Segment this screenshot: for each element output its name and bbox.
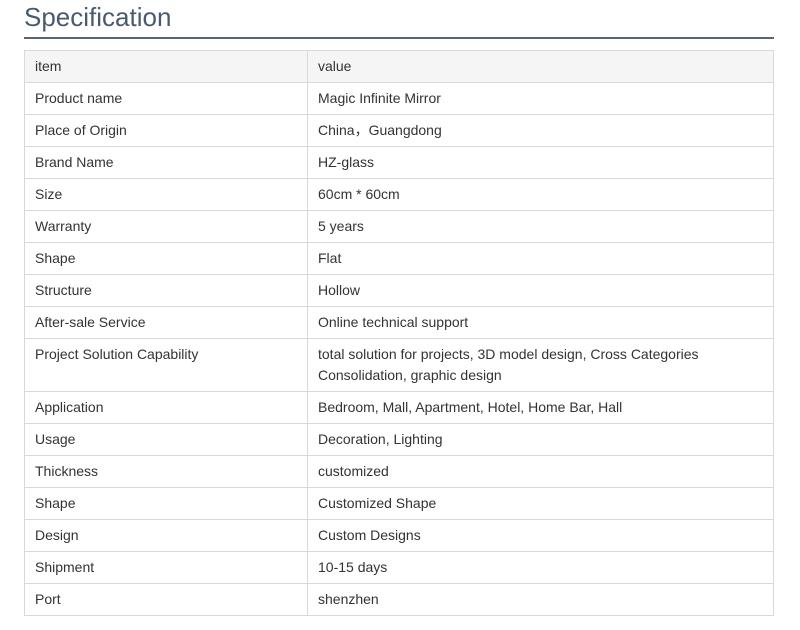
row-item-cell: Product name xyxy=(24,82,308,115)
table-header-row: item value xyxy=(24,50,774,83)
row-item-cell: Application xyxy=(24,391,308,424)
row-item-cell: Thickness xyxy=(24,455,308,488)
row-value-cell: 60cm * 60cm xyxy=(307,178,774,211)
table-row: Shape Customized Shape xyxy=(24,487,774,520)
row-value-cell: Online technical support xyxy=(307,306,774,339)
row-value-cell: customized xyxy=(307,455,774,488)
table-row: Shipment 10-15 days xyxy=(24,551,774,584)
table-row: Port shenzhen xyxy=(24,583,774,616)
row-item-cell: Size xyxy=(24,178,308,211)
title-divider xyxy=(24,37,774,39)
table-row: Thickness customized xyxy=(24,455,774,488)
row-value-cell: Customized Shape xyxy=(307,487,774,520)
row-value-cell: Bedroom, Mall, Apartment, Hotel, Home Ba… xyxy=(307,391,774,424)
row-value-cell: Flat xyxy=(307,242,774,275)
row-item-cell: Project Solution Capability xyxy=(24,338,308,392)
row-value-cell: Hollow xyxy=(307,274,774,307)
table-row: Structure Hollow xyxy=(24,274,774,307)
row-item-cell: Port xyxy=(24,583,308,616)
row-item-cell: Shape xyxy=(24,487,308,520)
table-row: Size 60cm * 60cm xyxy=(24,178,774,211)
table-row: Design Custom Designs xyxy=(24,519,774,552)
section-title: Specification xyxy=(24,2,172,32)
row-value-cell: 5 years xyxy=(307,210,774,243)
table-row: Product name Magic Infinite Mirror xyxy=(24,82,774,115)
row-item-cell: Shape xyxy=(24,242,308,275)
row-value-cell: 10-15 days xyxy=(307,551,774,584)
table-row: Application Bedroom, Mall, Apartment, Ho… xyxy=(24,391,774,424)
specification-section: Specification item value Product name Ma… xyxy=(24,0,774,616)
table-row: Shape Flat xyxy=(24,242,774,275)
table-row: Place of Origin China，Guangdong xyxy=(24,114,774,147)
row-item-cell: Place of Origin xyxy=(24,114,308,147)
row-item-cell: Structure xyxy=(24,274,308,307)
row-item-cell: Shipment xyxy=(24,551,308,584)
row-value-cell: HZ-glass xyxy=(307,146,774,179)
table-row: Project Solution Capability total soluti… xyxy=(24,338,774,392)
row-value-cell: Custom Designs xyxy=(307,519,774,552)
header-value-cell: value xyxy=(307,50,774,83)
row-value-cell: total solution for projects, 3D model de… xyxy=(307,338,774,392)
row-item-cell: After-sale Service xyxy=(24,306,308,339)
specification-table: item value Product name Magic Infinite M… xyxy=(24,50,774,616)
table-row: Usage Decoration, Lighting xyxy=(24,423,774,456)
row-value-cell: China，Guangdong xyxy=(307,114,774,147)
row-value-cell: shenzhen xyxy=(307,583,774,616)
table-row: After-sale Service Online technical supp… xyxy=(24,306,774,339)
table-row: Warranty 5 years xyxy=(24,210,774,243)
row-item-cell: Brand Name xyxy=(24,146,308,179)
row-item-cell: Design xyxy=(24,519,308,552)
table-row: Brand Name HZ-glass xyxy=(24,146,774,179)
row-item-cell: Warranty xyxy=(24,210,308,243)
header-item-cell: item xyxy=(24,50,308,83)
row-item-cell: Usage xyxy=(24,423,308,456)
row-value-cell: Decoration, Lighting xyxy=(307,423,774,456)
row-value-cell: Magic Infinite Mirror xyxy=(307,82,774,115)
